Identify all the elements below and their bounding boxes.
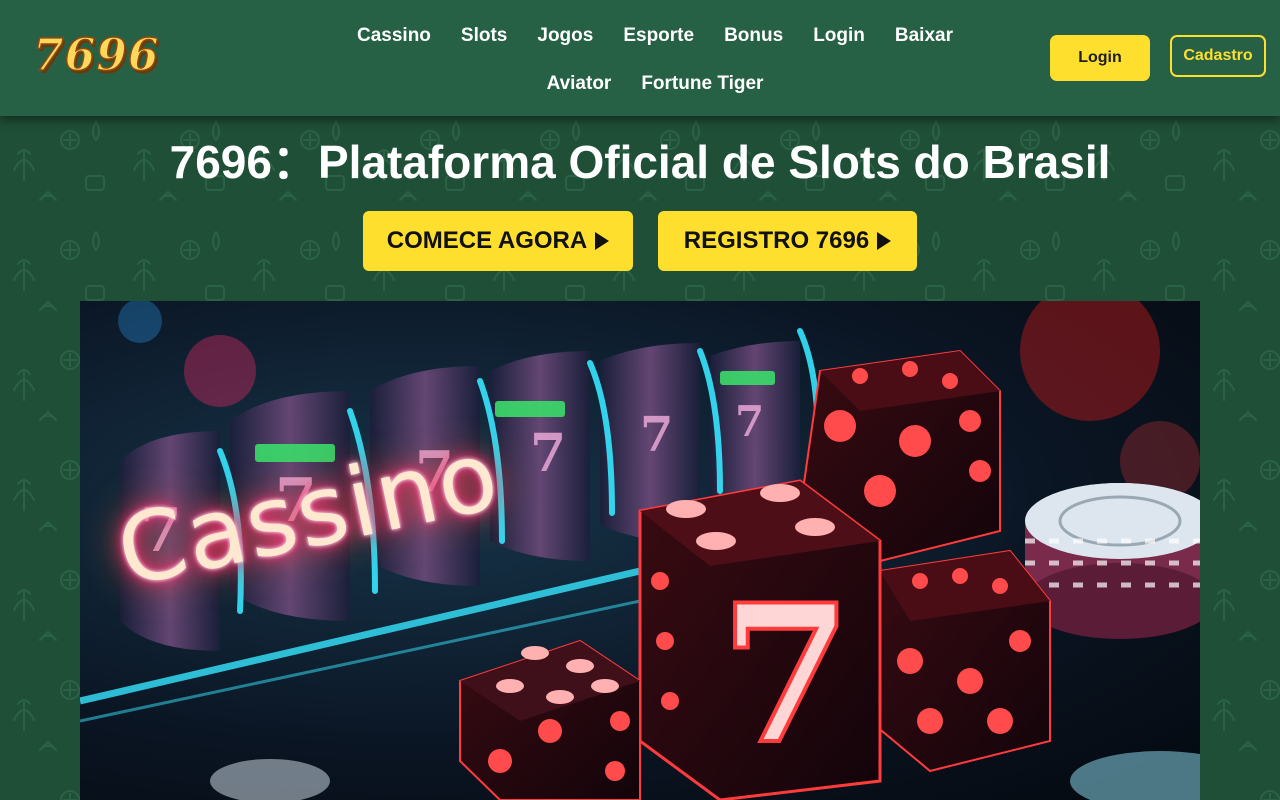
nav-item-aviator[interactable]: Aviator (532, 60, 627, 108)
nav-item-esporte[interactable]: Esporte (608, 12, 709, 60)
page-title: 7696：Plataforma Oficial de Slots do Bras… (169, 136, 1111, 188)
site-logo[interactable]: 7696 (32, 29, 159, 82)
register-button[interactable]: Cadastro (1170, 35, 1266, 77)
register-7696-button[interactable]: REGISTRO 7696 (658, 211, 917, 271)
nav-item-fortune-tiger[interactable]: Fortune Tiger (626, 60, 778, 108)
svg-text:7: 7 (530, 423, 566, 484)
dice-seven: 7 (720, 563, 852, 786)
play-arrow-icon (877, 232, 892, 250)
nav-item-jogos[interactable]: Jogos (522, 12, 608, 60)
hero-banner-image: 7 7 7 7 7 7 7 Cassino (80, 301, 1200, 800)
start-now-button[interactable]: COMECE AGORA (363, 211, 633, 271)
nav-item-slots[interactable]: Slots (446, 12, 522, 60)
play-arrow-icon (595, 232, 610, 250)
main-nav: Cassino Slots Jogos Esporte Bonus Login … (300, 12, 1010, 108)
svg-text:7: 7 (735, 397, 764, 446)
nav-item-login[interactable]: Login (798, 12, 880, 60)
nav-item-cassino[interactable]: Cassino (342, 12, 446, 60)
nav-item-bonus[interactable]: Bonus (709, 12, 798, 60)
site-header: 7696 Cassino Slots Jogos Esporte Bonus L… (0, 0, 1280, 116)
nav-item-baixar[interactable]: Baixar (880, 12, 968, 60)
start-now-label: COMECE AGORA (386, 227, 588, 254)
register-7696-label: REGISTRO 7696 (683, 227, 870, 254)
svg-text:7: 7 (640, 407, 673, 463)
login-button[interactable]: Login (1050, 35, 1150, 81)
